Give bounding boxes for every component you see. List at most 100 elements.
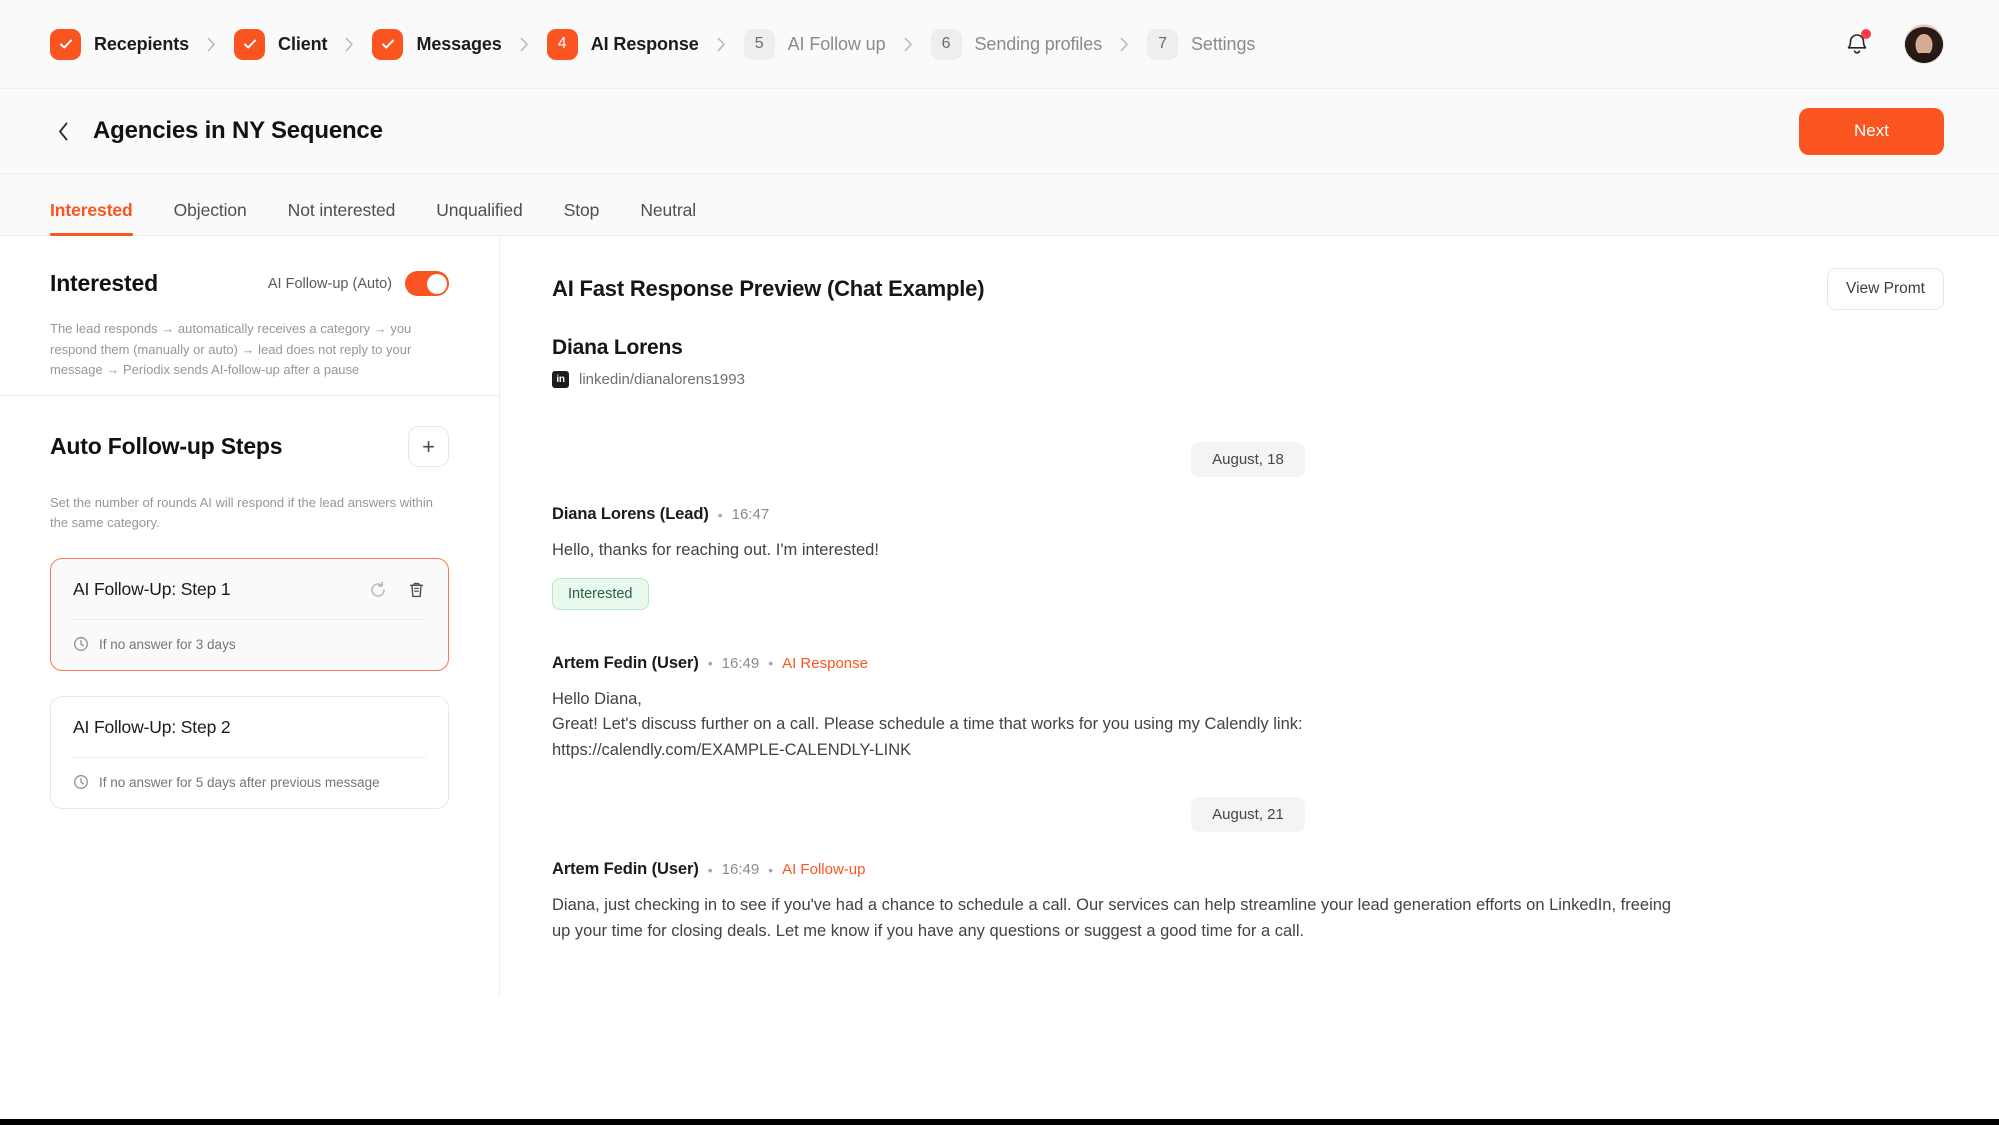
check-icon xyxy=(59,39,72,49)
step-check-box xyxy=(372,28,404,60)
chat-message-meta: Diana Lorens (Lead) • 16:47 xyxy=(552,505,1944,524)
step-sending-profiles[interactable]: 6 Sending profiles xyxy=(930,28,1103,60)
followup-step-card-2[interactable]: AI Follow-Up: Step 2 If no answer for 5 … xyxy=(50,696,449,810)
toggle-knob xyxy=(426,273,447,294)
check-icon xyxy=(243,39,256,49)
chat-date-label: August, 18 xyxy=(1191,442,1305,477)
chat-date-label: August, 21 xyxy=(1191,797,1305,833)
followup-step-title: AI Follow-Up: Step 2 xyxy=(73,717,231,738)
tab-objection[interactable]: Objection xyxy=(174,200,247,235)
auto-followup-steps-header: Auto Follow-up Steps + xyxy=(50,426,449,467)
step-number-box: 7 xyxy=(1147,28,1179,60)
step-number-box: 4 xyxy=(546,28,578,60)
trash-icon[interactable] xyxy=(406,580,426,600)
step-settings[interactable]: 7 Settings xyxy=(1147,28,1256,60)
tab-interested[interactable]: Interested xyxy=(50,200,133,236)
step-recepients[interactable]: Recepients xyxy=(50,28,189,60)
auto-followup-steps-section: Auto Follow-up Steps + Set the number of… xyxy=(0,396,499,810)
followup-step-actions xyxy=(368,580,426,600)
followup-step-card-1[interactable]: AI Follow-Up: Step 1 If no answer for 3 … xyxy=(50,558,449,672)
followup-step-card-header: AI Follow-Up: Step 1 xyxy=(51,559,448,619)
ai-followup-toggle-label: AI Follow-up (Auto) xyxy=(267,275,392,292)
chat-message-author: Diana Lorens (Lead) xyxy=(552,505,709,523)
chat-message-tag: AI Follow-up xyxy=(782,861,866,879)
step-label: Sending profiles xyxy=(974,33,1103,54)
ai-followup-toggle[interactable] xyxy=(405,271,449,296)
step-label: AI Response xyxy=(590,33,699,54)
step-separator-icon xyxy=(1120,37,1129,52)
followup-step-condition: If no answer for 5 days after previous m… xyxy=(99,774,380,790)
preview-header: AI Fast Response Preview (Chat Example) … xyxy=(500,236,1999,310)
step-label: Messages xyxy=(416,33,502,54)
category-tabs: Interested Objection Not interested Unqu… xyxy=(0,174,1999,236)
chat-message-text: Diana, just checking in to see if you've… xyxy=(552,896,1672,940)
next-button[interactable]: Next xyxy=(1799,107,1944,155)
preview-title: AI Fast Response Preview (Chat Example) xyxy=(552,276,985,301)
chat-message-text: Hello, thanks for reaching out. I'm inte… xyxy=(552,541,879,559)
step-separator-icon xyxy=(717,37,726,52)
step-label: AI Follow up xyxy=(787,33,886,54)
page-body: Interested AI Follow-up (Auto) The lead … xyxy=(0,236,1999,1116)
chat-message-time: 16:49 xyxy=(721,861,760,879)
lead-name: Diana Lorens xyxy=(552,336,683,359)
step-number-box: 6 xyxy=(930,28,962,60)
page-header: Agencies in NY Sequence Next xyxy=(0,89,1999,174)
category-header-row: Interested AI Follow-up (Auto) xyxy=(50,270,449,297)
chat-message: Artem Fedin (User) • 16:49 • AI Response… xyxy=(552,654,1944,764)
meta-dot: • xyxy=(717,506,723,523)
auto-followup-steps-description: Set the number of rounds AI will respond… xyxy=(50,495,433,531)
tab-unqualified[interactable]: Unqualified xyxy=(436,200,523,235)
step-label: Client xyxy=(278,33,328,54)
step-label: Settings xyxy=(1191,33,1256,54)
chat-message-meta: Artem Fedin (User) • 16:49 • AI Response xyxy=(552,654,1944,673)
step-ai-response[interactable]: 4 AI Response xyxy=(546,28,699,60)
followup-step-card-header: AI Follow-Up: Step 2 xyxy=(51,697,448,757)
step-ai-follow-up[interactable]: 5 AI Follow up xyxy=(743,28,886,60)
view-prompt-button[interactable]: View Promt xyxy=(1827,268,1944,310)
notifications-button[interactable] xyxy=(1844,29,1871,59)
status-badge: Interested xyxy=(552,577,649,610)
chat-message-author: Artem Fedin (User) xyxy=(552,653,699,672)
clock-icon xyxy=(73,774,89,790)
refresh-icon[interactable] xyxy=(368,580,388,600)
lead-info: Diana Lorens in linkedin/dianalorens1993 xyxy=(500,310,1999,388)
step-client[interactable]: Client xyxy=(234,28,328,60)
top-stepper-bar: Recepients Client Messages 4 AI Response… xyxy=(0,0,1999,89)
chat-message-author: Artem Fedin (User) xyxy=(552,860,699,879)
chat-message-time: 16:49 xyxy=(721,654,760,672)
chat-message-time: 16:47 xyxy=(731,506,770,523)
check-icon xyxy=(381,39,394,49)
step-separator-icon xyxy=(520,37,529,52)
followup-step-condition-row: If no answer for 3 days xyxy=(51,620,448,670)
auto-followup-steps-title: Auto Follow-up Steps xyxy=(50,433,283,459)
ai-followup-toggle-group: AI Follow-up (Auto) xyxy=(268,271,449,296)
followup-step-condition: If no answer for 3 days xyxy=(99,636,236,652)
step-separator-icon xyxy=(904,37,913,52)
step-messages[interactable]: Messages xyxy=(372,28,502,60)
step-separator-icon xyxy=(207,37,216,52)
chat-message-meta: Artem Fedin (User) • 16:49 • AI Follow-u… xyxy=(552,860,1944,879)
linkedin-icon: in xyxy=(552,371,569,388)
tab-neutral[interactable]: Neutral xyxy=(640,200,696,235)
clock-icon xyxy=(73,636,89,652)
tab-not-interested[interactable]: Not interested xyxy=(288,200,396,235)
tab-stop[interactable]: Stop xyxy=(564,200,600,235)
page-title: Agencies in NY Sequence xyxy=(93,117,383,144)
step-number-box: 5 xyxy=(743,28,775,60)
lead-linkedin-row[interactable]: in linkedin/dianalorens1993 xyxy=(552,371,1947,388)
category-settings-section: Interested AI Follow-up (Auto) The lead … xyxy=(0,236,499,396)
followup-step-title: AI Follow-Up: Step 1 xyxy=(73,579,231,600)
chat-message-text: Hello Diana, Great! Let's discuss furthe… xyxy=(552,689,1303,759)
lead-linkedin-handle: linkedin/dianalorens1993 xyxy=(579,371,745,388)
app-window: Recepients Client Messages 4 AI Response… xyxy=(0,0,1999,1125)
chat-message-tag: AI Response xyxy=(782,654,868,672)
add-step-button[interactable]: + xyxy=(408,426,449,467)
window-bottom-edge xyxy=(0,1119,1999,1125)
back-button[interactable] xyxy=(50,118,76,144)
left-panel: Interested AI Follow-up (Auto) The lead … xyxy=(0,236,500,997)
chat-message: Diana Lorens (Lead) • 16:47 Hello, thank… xyxy=(552,505,1944,610)
chat-thread: August, 18 Diana Lorens (Lead) • 16:47 H… xyxy=(500,388,1999,944)
step-check-box xyxy=(50,28,81,60)
avatar[interactable] xyxy=(1904,24,1944,64)
chevron-left-icon xyxy=(58,122,67,140)
